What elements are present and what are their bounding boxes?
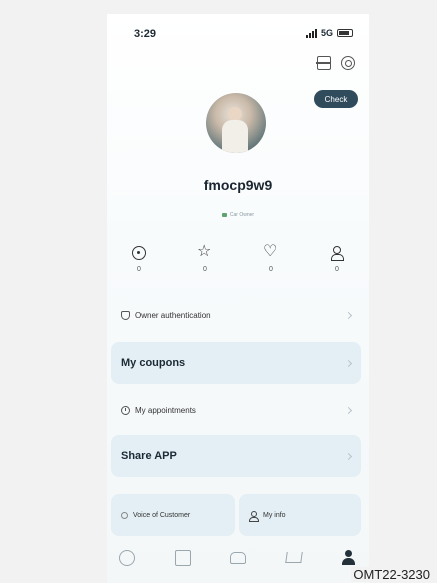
checkin-button[interactable]: Check	[314, 90, 358, 108]
plus-circle-icon	[132, 246, 146, 260]
scan-icon[interactable]	[316, 56, 331, 70]
owner-tag: Car Owner	[107, 212, 369, 218]
status-indicators: 5G	[305, 28, 353, 38]
gear-icon[interactable]	[341, 56, 355, 70]
voice-of-customer-button[interactable]: Voice of Customer	[111, 494, 235, 536]
status-time: 3:29	[134, 28, 157, 40]
my-appointments-item[interactable]: My appointments	[111, 399, 361, 421]
message-icon[interactable]	[174, 550, 191, 566]
stat-value: 0	[137, 266, 141, 273]
status-bar: 3:29 5G	[107, 28, 369, 44]
phone-screen: 3:29 5G Check fmocp9w9 Car Owner 0 0 0	[107, 14, 369, 583]
signal-icon	[305, 28, 317, 38]
stat-favorites[interactable]: 0	[185, 243, 225, 273]
voice-icon	[121, 511, 128, 519]
stat-following[interactable]: 0	[317, 246, 357, 273]
users-icon	[330, 246, 344, 261]
my-coupons-label: My coupons	[121, 357, 186, 369]
username: fmocp9w9	[203, 177, 273, 193]
stat-posts[interactable]: 0	[119, 246, 159, 273]
my-coupons-item[interactable]: My coupons	[111, 342, 361, 384]
heart-icon	[263, 243, 278, 261]
tag-label: Car Owner	[229, 212, 255, 218]
tab-bar	[119, 550, 357, 566]
stat-value: 0	[203, 266, 207, 273]
star-icon	[197, 243, 212, 261]
clock-icon	[121, 405, 130, 415]
voice-of-customer-label: Voice of Customer	[133, 511, 191, 519]
owner-authentication-item[interactable]: Owner authentication	[111, 304, 361, 326]
chevron-right-icon	[344, 311, 353, 319]
car-icon[interactable]	[230, 552, 246, 564]
share-app-item[interactable]: Share APP	[111, 435, 361, 477]
tag-icon	[221, 213, 227, 217]
my-info-button[interactable]: My info	[239, 494, 361, 536]
my-appointments-label: My appointments	[135, 405, 196, 415]
my-info-label: My info	[263, 511, 286, 519]
top-actions	[316, 56, 355, 70]
network-label: 5G	[320, 28, 333, 38]
stat-value: 0	[335, 266, 339, 273]
watermark: OMT22-3230	[351, 567, 432, 582]
cart-icon[interactable]	[284, 552, 303, 563]
stat-likes[interactable]: 0	[251, 243, 291, 273]
stats-row: 0 0 0 0	[119, 243, 357, 273]
avatar[interactable]	[206, 93, 266, 153]
share-app-label: Share APP	[121, 450, 177, 462]
owner-authentication-label: Owner authentication	[135, 310, 211, 320]
battery-icon	[337, 29, 353, 37]
chevron-right-icon	[344, 452, 353, 460]
compass-icon[interactable]	[119, 550, 135, 566]
chevron-right-icon	[344, 406, 353, 414]
stat-value: 0	[269, 266, 273, 273]
person-icon	[249, 510, 259, 522]
profile-icon[interactable]	[341, 550, 357, 566]
chevron-right-icon	[344, 359, 353, 367]
shield-icon	[121, 310, 130, 320]
